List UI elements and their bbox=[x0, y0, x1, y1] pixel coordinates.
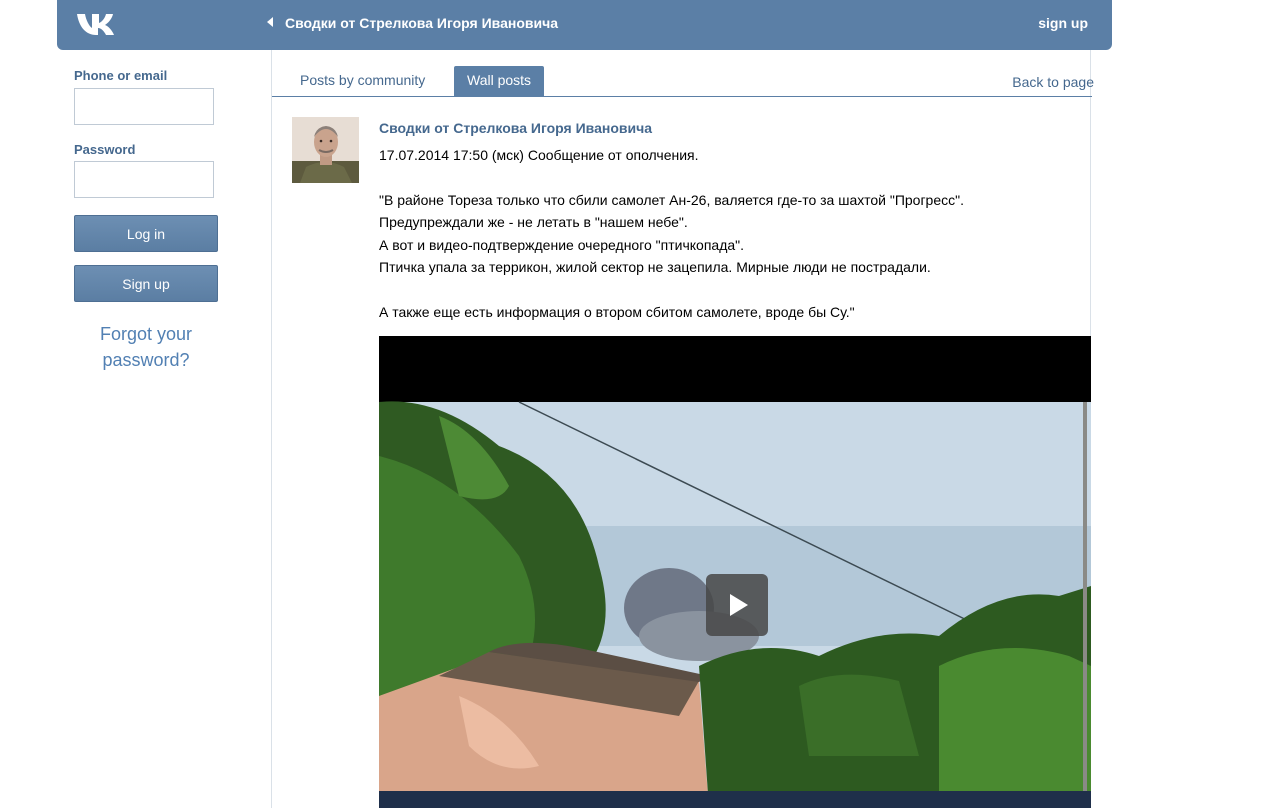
post-line: "В районе Тореза только что сбили самоле… bbox=[379, 191, 964, 208]
post-author-link[interactable]: Сводки от Стрелкова Игоря Ивановича bbox=[379, 120, 652, 136]
header-community-title[interactable]: Сводки от Стрелкова Игоря Ивановича bbox=[285, 15, 558, 31]
post-line-spacer bbox=[379, 167, 1079, 189]
post-line: А вот и видео-подтверждение очередного "… bbox=[379, 236, 745, 253]
post-line: 17.07.2014 17:50 (мск) Сообщение от опол… bbox=[379, 147, 699, 163]
post-text: 17.07.2014 17:50 (мск) Сообщение от опол… bbox=[379, 144, 1079, 323]
login-sidebar: Phone or email Password Log in Sign up F… bbox=[57, 50, 271, 808]
signup-button[interactable]: Sign up bbox=[74, 265, 218, 302]
post-line: А также еще есть информация о втором сби… bbox=[379, 303, 855, 320]
tab-posts-by-community[interactable]: Posts by community bbox=[287, 66, 438, 97]
header-signup-link[interactable]: sign up bbox=[1038, 15, 1088, 31]
video-player[interactable] bbox=[379, 336, 1091, 808]
forgot-password-link[interactable]: Forgot your password? bbox=[74, 321, 218, 373]
post-line: Птичка упала за террикон, жилой сектор н… bbox=[379, 259, 931, 275]
post-line-spacer bbox=[379, 279, 1079, 301]
tab-wall-posts[interactable]: Wall posts bbox=[454, 66, 545, 97]
post-line: Предупреждали же - не летать в "нашем не… bbox=[379, 214, 688, 230]
login-button[interactable]: Log in bbox=[74, 215, 218, 252]
main-content: Posts by community Wall posts Back to pa… bbox=[271, 50, 1094, 808]
video-frame bbox=[379, 336, 1091, 808]
back-arrow-icon[interactable] bbox=[267, 17, 273, 27]
vk-logo-icon[interactable] bbox=[75, 10, 123, 40]
password-input[interactable] bbox=[74, 161, 214, 198]
back-to-page-link[interactable]: Back to page bbox=[1012, 74, 1094, 90]
avatar[interactable] bbox=[292, 117, 359, 183]
password-label: Password bbox=[74, 142, 136, 157]
phone-email-input[interactable] bbox=[74, 88, 214, 125]
top-header: Сводки от Стрелкова Игоря Ивановича sign… bbox=[57, 0, 1112, 50]
phone-label: Phone or email bbox=[74, 68, 168, 83]
tabs-bar: Posts by community Wall posts Back to pa… bbox=[272, 50, 1094, 97]
play-icon[interactable] bbox=[706, 574, 768, 636]
